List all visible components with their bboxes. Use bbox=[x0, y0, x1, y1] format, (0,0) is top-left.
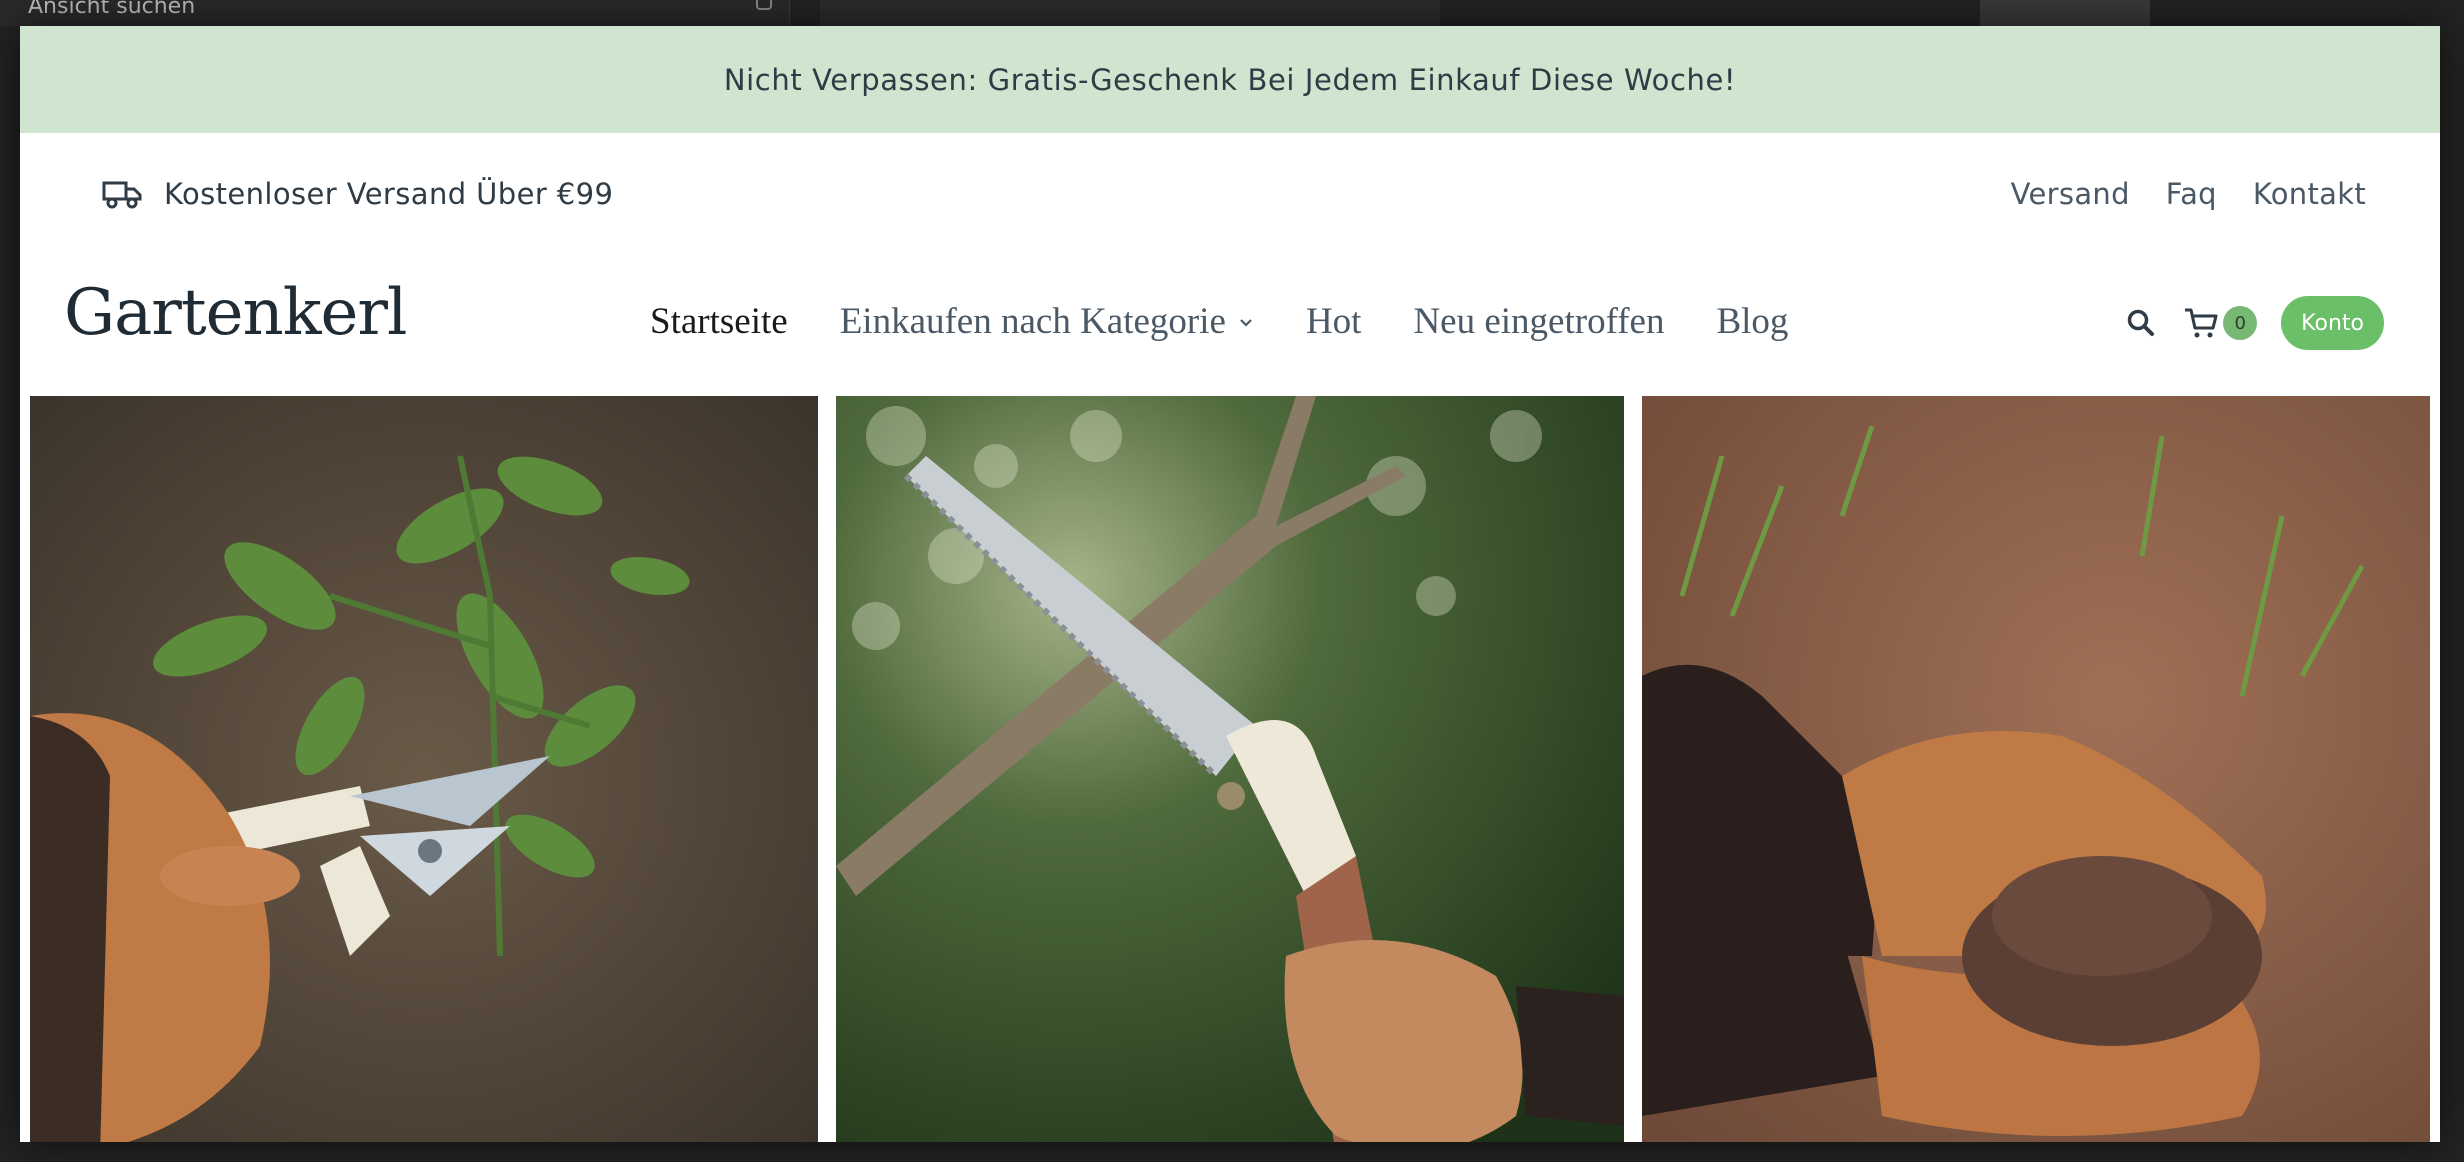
nav-item-hot[interactable]: Hot bbox=[1306, 300, 1362, 343]
main-nav: Startseite Einkaufen nach Kategorie Hot … bbox=[650, 300, 1788, 343]
nav-label: Hot bbox=[1305, 301, 1362, 342]
utility-bar: Kostenloser Versand Über €99 Versand Faq… bbox=[20, 133, 2440, 265]
link-versand[interactable]: Versand bbox=[2011, 177, 2130, 211]
link-kontakt[interactable]: Kontakt bbox=[2253, 177, 2366, 211]
truck-icon bbox=[102, 181, 142, 209]
background-strip bbox=[820, 0, 1440, 26]
folding-saw-image bbox=[836, 396, 1624, 1142]
chevron-down-icon bbox=[1240, 318, 1252, 327]
tile-folding-saw[interactable] bbox=[836, 396, 1624, 1142]
soil-hands-image bbox=[1642, 396, 2430, 1142]
store-logo[interactable]: Gartenkerl bbox=[64, 276, 407, 350]
header-actions: 0 Konto bbox=[2123, 296, 2384, 350]
link-faq[interactable]: Faq bbox=[2166, 177, 2217, 211]
cart-count-badge: 0 bbox=[2223, 306, 2258, 340]
tile-soil-hands[interactable] bbox=[1642, 396, 2430, 1142]
nav-item-neu[interactable]: Neu eingetroffen bbox=[1413, 300, 1664, 343]
nav-label: Startseite bbox=[650, 301, 788, 342]
cart-icon bbox=[2185, 308, 2218, 338]
nav-label: Einkaufen nach Kategorie bbox=[839, 301, 1226, 342]
announcement-bar: Nicht Verpassen: Gratis-Geschenk Bei Jed… bbox=[20, 26, 2440, 133]
shipping-text: Kostenloser Versand Über €99 bbox=[164, 177, 614, 211]
shipping-note: Kostenloser Versand Über €99 bbox=[102, 177, 613, 211]
background-search-field: Ansicht suchen bbox=[0, 0, 790, 26]
nav-item-startseite[interactable]: Startseite bbox=[650, 300, 788, 343]
cart-button[interactable]: 0 bbox=[2183, 306, 2258, 340]
tile-pruning-shears[interactable] bbox=[30, 396, 818, 1142]
utility-links: Versand Faq Kontakt bbox=[2011, 177, 2366, 211]
background-search-label: Ansicht suchen bbox=[28, 0, 196, 19]
search-icon bbox=[2127, 309, 2155, 336]
background-lock-icon bbox=[756, 0, 772, 10]
background-thumbnail bbox=[1980, 0, 2150, 26]
nav-label: Blog bbox=[1716, 301, 1789, 342]
shop-window: Nicht Verpassen: Gratis-Geschenk Bei Jed… bbox=[20, 26, 2440, 1142]
nav-item-blog[interactable]: Blog bbox=[1716, 300, 1788, 343]
nav-item-kategorie[interactable]: Einkaufen nach Kategorie bbox=[840, 300, 1254, 343]
account-button[interactable]: Konto bbox=[2281, 296, 2384, 350]
product-tiles bbox=[30, 396, 2440, 1142]
announcement-text: Nicht Verpassen: Gratis-Geschenk Bei Jed… bbox=[723, 62, 1737, 97]
nav-label: Neu eingetroffen bbox=[1413, 301, 1665, 342]
pruning-shears-image bbox=[30, 396, 818, 1142]
search-button[interactable] bbox=[2123, 305, 2159, 341]
main-header: Gartenkerl Startseite Einkaufen nach Kat… bbox=[20, 248, 2440, 368]
